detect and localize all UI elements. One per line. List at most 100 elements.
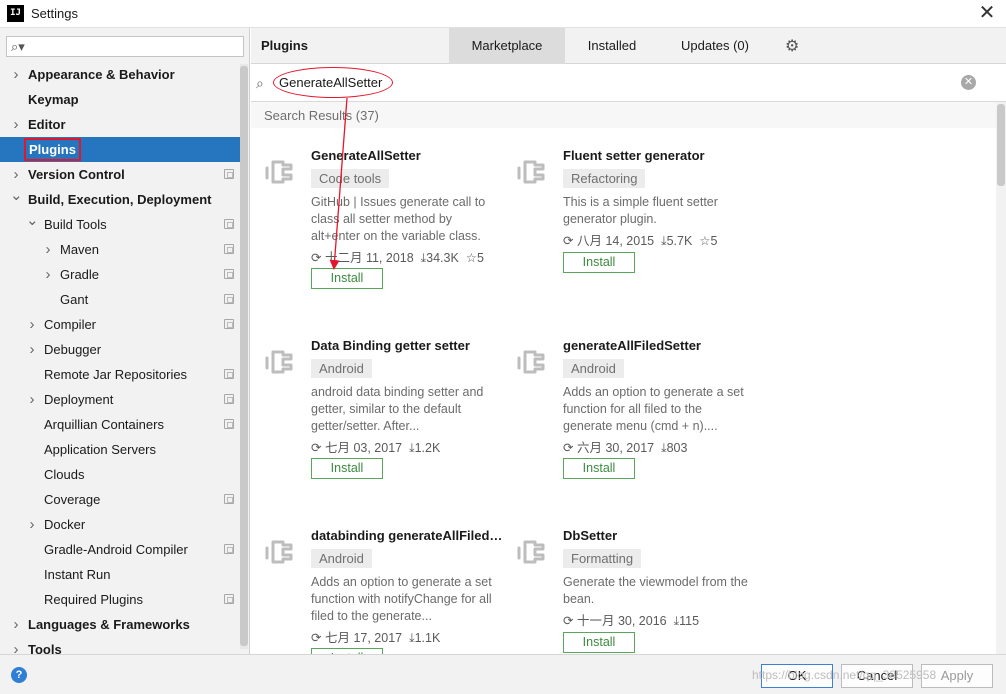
plugin-description: This is a simple fluent setter generator… (563, 195, 718, 226)
chevron-right-icon[interactable]: › (42, 237, 54, 262)
plugin-card[interactable]: Fluent setter generator Refactoring This i… (515, 148, 755, 318)
tab-marketplace[interactable]: Marketplace (449, 28, 565, 64)
watermark-text: https://blog.csdn.net/qq_38525958 (752, 668, 937, 682)
sidebar-item-appearance-behavior[interactable]: › Appearance & Behavior (0, 62, 240, 87)
plugin-card[interactable]: GenerateAllSetter Code tools GitHub | Issu… (263, 148, 503, 318)
sidebar-item-clouds[interactable]: Clouds (0, 462, 240, 487)
project-scope-icon (224, 394, 234, 404)
sidebar-item-editor[interactable]: › Editor (0, 112, 240, 137)
sidebar-item-label: Gradle (60, 267, 100, 282)
install-button[interactable]: Install (563, 252, 635, 273)
chevron-right-icon[interactable]: › (26, 337, 38, 362)
plugin-name[interactable]: DbSetter (563, 528, 755, 543)
sidebar-item-gradle[interactable]: › Gradle (0, 262, 240, 287)
sidebar-item-label: Compiler (44, 317, 97, 332)
sidebar-item-keymap[interactable]: Keymap (0, 87, 240, 112)
intellij-app-icon: IJ (7, 5, 24, 22)
sidebar-scrollbar-thumb[interactable] (240, 66, 248, 646)
help-icon[interactable]: ? (11, 667, 27, 683)
chevron-right-icon[interactable]: › (10, 112, 22, 137)
plugin-card[interactable]: Data Binding getter setter Android android… (263, 338, 503, 508)
sidebar-scrollbar[interactable] (240, 64, 248, 649)
refresh-icon: ⟳ (311, 251, 322, 265)
plugin-date: 七月 03, 2017 (324, 441, 403, 455)
sidebar-item-label: Coverage (44, 492, 101, 507)
install-button[interactable]: Install (311, 268, 383, 289)
plugin-rating: 5 (477, 251, 484, 265)
sidebar-item-languages-frameworks[interactable]: › Languages & Frameworks (0, 612, 240, 637)
install-button[interactable]: Install (311, 458, 383, 479)
plugin-downloads: 1.2K (414, 441, 441, 455)
sidebar-item-gradle-android-compiler[interactable]: Gradle-Android Compiler (0, 537, 240, 562)
chevron-down-icon[interactable]: ⌄ (26, 208, 39, 233)
gear-icon[interactable]: ⚙ (785, 36, 799, 56)
plugin-icon (263, 154, 299, 190)
sidebar-item-label: Debugger (44, 342, 102, 357)
chevron-right-icon[interactable]: › (10, 612, 22, 637)
install-button[interactable]: Install (563, 632, 635, 653)
chevron-right-icon[interactable]: › (26, 387, 38, 412)
sidebar-item-required-plugins[interactable]: Required Plugins (0, 587, 240, 612)
plugin-date: 七月 17, 2017 (324, 631, 403, 645)
sidebar-item-tools[interactable]: › Tools (0, 637, 240, 654)
search-icon: ⌕ (256, 75, 264, 91)
sidebar-item-label: Arquillian Containers (44, 417, 164, 432)
plugin-icon (263, 534, 299, 570)
plugin-description: Adds an option to generate a set functio… (311, 575, 492, 623)
refresh-icon: ⟳ (311, 441, 322, 455)
plugin-card[interactable]: generateAllFiledSetter Android Adds an opt… (515, 338, 755, 508)
chevron-right-icon[interactable]: › (10, 62, 22, 87)
sidebar-item-debugger[interactable]: › Debugger (0, 337, 240, 362)
plugin-icon (515, 344, 551, 380)
settings-search-input[interactable]: ⌕▾ (6, 36, 244, 57)
sidebar-item-docker[interactable]: › Docker (0, 512, 240, 537)
sidebar-item-deployment[interactable]: › Deployment (0, 387, 240, 412)
sidebar-item-compiler[interactable]: › Compiler (0, 312, 240, 337)
chevron-right-icon[interactable]: › (26, 312, 38, 337)
sidebar-item-gant[interactable]: Gant (0, 287, 240, 312)
plugin-downloads: 115 (679, 614, 700, 628)
sidebar-item-version-control[interactable]: › Version Control (0, 162, 240, 187)
results-scrollbar-thumb[interactable] (997, 104, 1005, 186)
settings-sidebar: ⌕▾ › Appearance & Behavior Keymap › Editor Pl… (0, 28, 250, 654)
clear-search-icon[interactable]: ✕ (961, 75, 976, 90)
sidebar-item-label: Maven (60, 242, 100, 257)
plugin-name[interactable]: generateAllFiledSetter (563, 338, 755, 353)
plugin-category-tag: Android (563, 359, 624, 378)
results-scrollbar[interactable] (996, 102, 1006, 654)
sidebar-item-label: Deployment (44, 392, 114, 407)
sidebar-item-remote-jar-repositories[interactable]: Remote Jar Repositories (0, 362, 240, 387)
project-scope-icon (224, 219, 234, 229)
close-window-icon[interactable]: ✕ (976, 2, 998, 24)
sidebar-item-label: Plugins (24, 137, 81, 162)
tab-installed[interactable]: Installed (569, 28, 655, 64)
sidebar-item-instant-run[interactable]: Instant Run (0, 562, 240, 587)
sidebar-item-maven[interactable]: › Maven (0, 237, 240, 262)
sidebar-item-application-servers[interactable]: Application Servers (0, 437, 240, 462)
plugin-description: Generate the viewmodel from the bean. (563, 575, 748, 606)
install-button[interactable]: Install (563, 458, 635, 479)
sidebar-item-label: Required Plugins (44, 592, 144, 607)
chevron-right-icon[interactable]: › (10, 637, 22, 654)
plugin-name[interactable]: Data Binding getter setter (311, 338, 503, 353)
annotation-highlight-box: Plugins (24, 138, 81, 161)
sidebar-item-build-tools[interactable]: ⌄ Build Tools (0, 212, 240, 237)
chevron-right-icon[interactable]: › (26, 512, 38, 537)
plugin-date: 十二月 11, 2018 (324, 251, 414, 265)
project-scope-icon (224, 594, 234, 604)
chevron-right-icon[interactable]: › (42, 262, 54, 287)
plugin-meta: ⟳ 十二月 11, 2018 ⤓34.3K ☆5 (311, 247, 493, 266)
plugin-name[interactable]: databinding generateAllFiledSetter (311, 528, 503, 543)
sidebar-item-label: Clouds (44, 467, 85, 482)
sidebar-item-coverage[interactable]: Coverage (0, 487, 240, 512)
plugin-name[interactable]: Fluent setter generator (563, 148, 755, 163)
sidebar-item-arquillian-containers[interactable]: Arquillian Containers (0, 412, 240, 437)
plugin-rating: 5 (710, 234, 718, 248)
sidebar-item-plugins[interactable]: Plugins (0, 137, 240, 162)
plugin-card[interactable]: databinding generateAllFiledSetter Androi… (263, 528, 503, 654)
chevron-down-icon[interactable]: ⌄ (10, 183, 23, 208)
tab-updates[interactable]: Updates (0) (669, 28, 761, 64)
plugin-downloads: 803 (666, 441, 688, 455)
plugin-name[interactable]: GenerateAllSetter (311, 148, 503, 163)
plugin-card[interactable]: DbSetter Formatting Generate the viewmodel… (515, 528, 755, 654)
